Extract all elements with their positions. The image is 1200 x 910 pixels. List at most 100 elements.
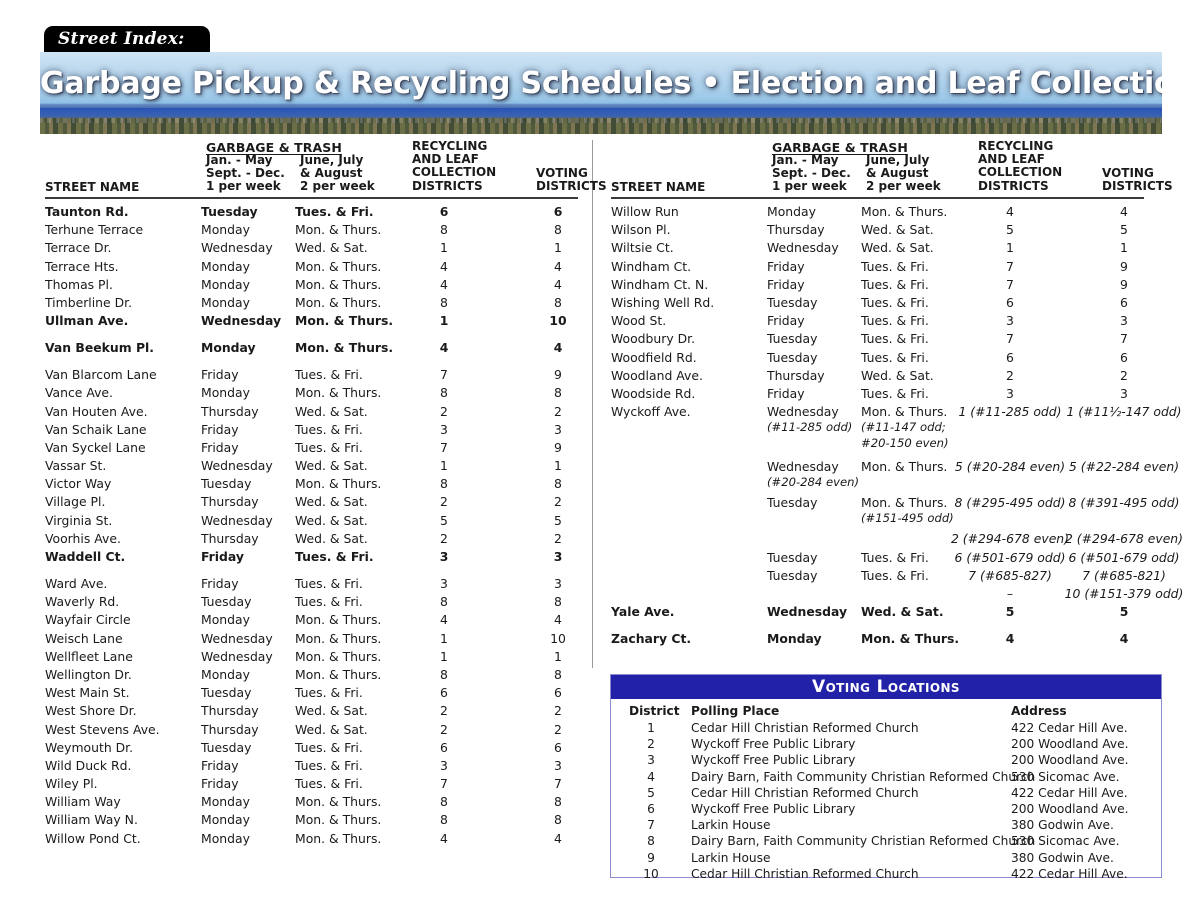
- garbage-twice-weekly-cell: Tues. & Fri.: [861, 385, 929, 401]
- garbage-once-weekly-cell: Thursday: [201, 721, 259, 737]
- street-name-cell: Terhune Terrace: [45, 222, 144, 238]
- garbage-once-weekly-cell: Tuesday: [767, 294, 818, 310]
- voting-district-cell: 10 (#151-379 odd): [1064, 586, 1184, 601]
- street-name-cell: Yale Ave.: [611, 604, 675, 620]
- garbage-once-weekly-cell: Monday: [201, 612, 250, 628]
- street-name-cell: Ullman Ave.: [45, 313, 129, 329]
- street-index-tab: Street Index:: [44, 26, 210, 52]
- voting-address: 422 Cedar Hill Ave.: [1011, 721, 1128, 735]
- street-name-cell: Windham Ct.: [611, 258, 692, 274]
- garbage-twice-weekly-cell: Mon. & Thurs.: [295, 294, 382, 310]
- street-name-cell: Van Houten Ave.: [45, 403, 148, 419]
- header-recycling-column: RECYCLING AND LEAF COLLECTION DISTRICTS: [412, 139, 496, 193]
- masthead-banner-photo: Garbage Pickup & Recycling Schedules • E…: [40, 52, 1162, 134]
- voting-polling-place: Wyckoff Free Public Library: [691, 737, 856, 752]
- street-name-cell: Van Syckel Lane: [45, 439, 146, 455]
- table-row: Tuesday Tues. & Fri. 6 (#501-679 odd) 6 (#5…: [606, 549, 1179, 568]
- garbage-twice-weekly-cell: Wed. & Sat.: [295, 512, 368, 528]
- table-row: Zachary Ct. Monday Mon. & Thurs. 4 4: [606, 631, 1162, 658]
- street-name-cell: Weymouth Dr.: [45, 739, 134, 755]
- header-june-aug-line3: 2 per week: [300, 179, 375, 194]
- table-row: 2 (#294-678 even) 2 (#294-678 even): [606, 531, 1183, 549]
- voting-district-cell: 4: [1120, 204, 1128, 219]
- garbage-once-weekly-cell: Wednesday: [201, 512, 273, 528]
- table-row: Tuesday Tues. & Fri. 7 (#685-827) 7 (#685-8…: [606, 568, 1166, 586]
- voting-district-number: 6: [647, 801, 655, 816]
- voting-address: 200 Woodland Ave.: [1011, 753, 1129, 768]
- voting-table-row: 9 Larkin House 380 Godwin Ave.: [611, 851, 1161, 867]
- street-name-cell: Wilson Pl.: [611, 222, 671, 238]
- street-name-cell: Vassar St.: [45, 458, 107, 474]
- header-voting-line2: DISTRICTS: [536, 179, 607, 194]
- garbage-once-weekly-cell: Wednesday: [201, 648, 273, 664]
- garbage-twice-weekly-cell: Tues. & Fri.: [861, 276, 929, 292]
- range-note: (#20-284 even): [767, 474, 859, 489]
- garbage-once-weekly-cell: Tuesday: [201, 594, 252, 610]
- garbage-twice-weekly-cell: Mon. & Thurs.: [295, 612, 382, 628]
- street-name-cell: Woodbury Dr.: [611, 331, 696, 347]
- street-name-cell: Ward Ave.: [45, 576, 108, 591]
- voting-district-cell: 3: [1120, 385, 1128, 401]
- garbage-twice-weekly-cell: Wed. & Sat.: [295, 240, 368, 256]
- street-name-cell: Zachary Ct.: [611, 631, 692, 647]
- garbage-once-weekly-cell: Tuesday: [767, 349, 818, 365]
- street-name-cell: Timberline Dr.: [45, 294, 133, 310]
- voting-polling-place: Larkin House: [691, 850, 771, 865]
- voting-district-cell: 3: [1120, 313, 1128, 329]
- garbage-once-weekly-cell: Monday: [201, 666, 250, 682]
- garbage-once-weekly-cell: Thursday: [201, 403, 259, 419]
- garbage-once-weekly-cell: Tuesday: [201, 685, 252, 701]
- garbage-twice-weekly-cell: Tues. & Fri.: [295, 549, 374, 564]
- garbage-once-weekly-cell: Monday: [767, 631, 822, 647]
- voting-polling-place: Dairy Barn, Faith Community Christian Re…: [691, 834, 1036, 849]
- voting-table-row: 3 Wyckoff Free Public Library 200 Woodland…: [611, 753, 1161, 769]
- left-table-header: GARBAGE & TRASH Jan. - May Sept. - Dec. …: [40, 138, 607, 199]
- table-row: Van Beekum Pl. Monday Mon. & Thurs. 4 4: [40, 340, 592, 367]
- garbage-once-weekly-cell: Wednesday (#20-284 even): [767, 458, 859, 489]
- garbage-once-weekly-cell: Friday: [201, 439, 239, 455]
- voting-address: 422 Cedar Hill Ave.: [1011, 866, 1128, 881]
- table-row: Vassar St. Wednesday Wed. & Sat. 1 1: [40, 458, 592, 476]
- table-row: Ward Ave. Friday Tues. & Fri. 3 3: [40, 576, 592, 594]
- street-name-cell: West Stevens Ave.: [45, 721, 160, 737]
- table-row: Vance Ave. Monday Mon. & Thurs. 8 8: [40, 385, 592, 403]
- garbage-once-weekly-cell: Wednesday: [201, 240, 273, 256]
- street-name-cell: Virginia St.: [45, 512, 113, 528]
- voting-district-cell: 6: [1120, 294, 1128, 310]
- street-name-cell: Terrace Dr.: [45, 240, 112, 256]
- voting-district-number: 9: [647, 850, 655, 865]
- header-street-name: STREET NAME: [45, 180, 140, 194]
- voting-district-number: 1: [647, 721, 655, 735]
- street-index-page: Street Index: Garbage Pickup & Recycling…: [0, 0, 1200, 910]
- voting-district-cell: 7: [1120, 331, 1128, 347]
- header-june-aug-line3: 2 per week: [866, 179, 941, 194]
- garbage-twice-weekly-cell: Mon. & Thurs.: [861, 204, 948, 219]
- table-row: Wellington Dr. Monday Mon. & Thurs. 8 8: [40, 667, 592, 685]
- range-note: (#11-285 odd): [767, 420, 853, 435]
- street-name-cell: West Main St.: [45, 685, 130, 701]
- voting-district-cell: 2: [1120, 367, 1128, 383]
- garbage-once-weekly-cell: Tuesday: [767, 495, 818, 511]
- garbage-once-weekly-cell: Thursday: [201, 530, 259, 546]
- garbage-once-weekly-cell: Wednesday: [201, 458, 273, 474]
- garbage-twice-weekly-cell: Tues. & Fri.: [295, 594, 363, 610]
- table-row: Wayfair Circle Monday Mon. & Thurs. 4 4: [40, 612, 592, 630]
- table-row: Windham Ct. Friday Tues. & Fri. 7 9: [606, 259, 1162, 277]
- header-jan-may-column: Jan. - May Sept. - Dec. 1 per week: [772, 153, 851, 194]
- garbage-twice-weekly-cell: Mon. & Thurs.: [295, 812, 382, 828]
- garbage-once-weekly-cell: Friday: [201, 776, 239, 792]
- garbage-twice-weekly-cell: Tues. & Fri.: [861, 549, 929, 565]
- garbage-twice-weekly-cell: Wed. & Sat.: [861, 222, 934, 238]
- garbage-once-weekly-cell: Friday: [201, 549, 244, 564]
- table-row: West Main St. Tuesday Tues. & Fri. 6 6: [40, 685, 592, 703]
- street-name-cell: Voorhis Ave.: [45, 530, 121, 546]
- street-name-cell: Willow Pond Ct.: [45, 830, 141, 846]
- table-row: Van Houten Ave. Thursday Wed. & Sat. 2 2: [40, 404, 592, 422]
- garbage-once-weekly-cell: Wednesday: [767, 604, 848, 620]
- header-voting-column: VOTING DISTRICTS: [1102, 166, 1173, 193]
- range-note: (#151-495 odd): [861, 511, 954, 526]
- table-row: Wyckoff Ave. Wednesday (#11-285 odd) Mon. &…: [606, 404, 1182, 459]
- voting-table-header-row: District Polling Place Address: [611, 704, 1161, 721]
- table-row: Village Pl. Thursday Wed. & Sat. 2 2: [40, 494, 592, 512]
- street-name-cell: Woodland Ave.: [611, 367, 703, 383]
